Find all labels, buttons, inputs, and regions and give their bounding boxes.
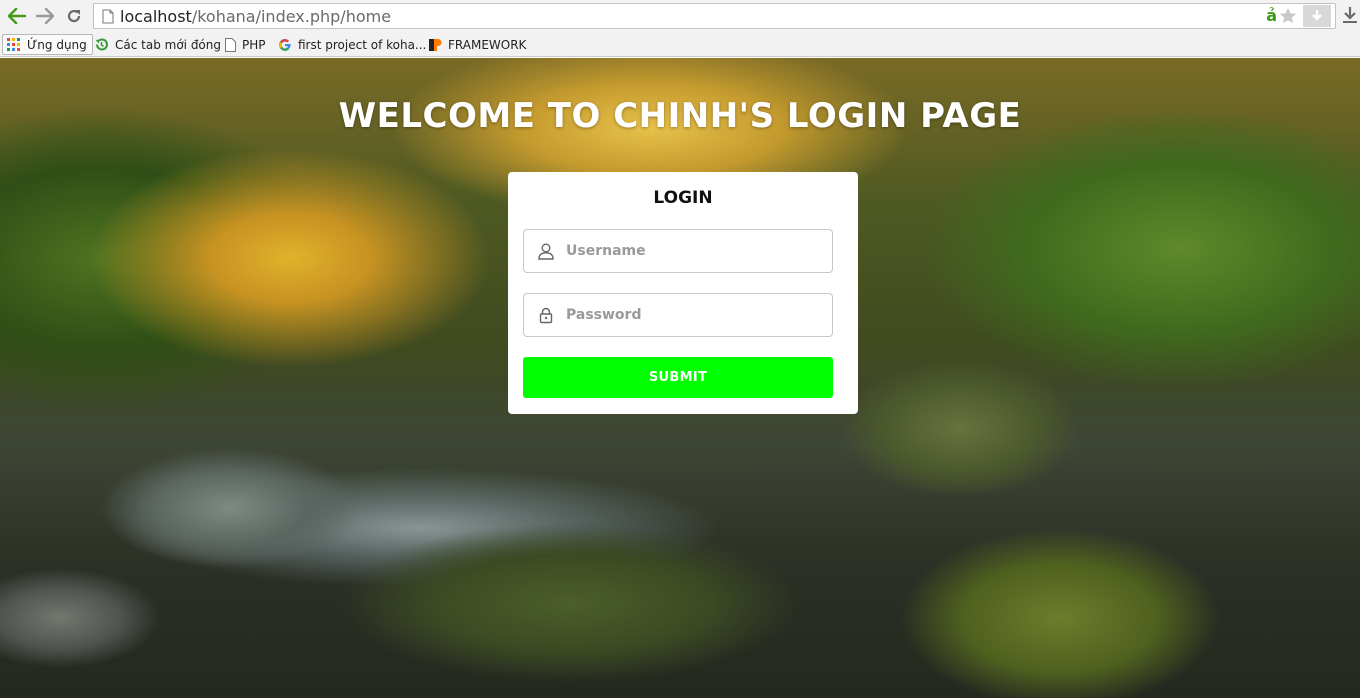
reload-icon[interactable] <box>62 4 86 28</box>
page-icon <box>102 9 114 29</box>
framework-icon <box>428 38 442 52</box>
apps-grid-icon <box>7 37 21 52</box>
bookmark-php[interactable]: PHP <box>225 34 266 55</box>
bookmark-label: Ứng dụng <box>27 37 87 52</box>
bookmark-apps[interactable]: Ứng dụng <box>2 34 93 55</box>
bookmark-label: Các tab mới đóng <box>115 37 221 52</box>
url-text: localhost/kohana/index.php/home <box>120 7 391 26</box>
bookmark-label: first project of koha... <box>298 37 427 52</box>
bookmark-first-project[interactable]: first project of koha... <box>278 34 426 55</box>
bookmarks-bar: Ứng dụng Các tab mới đóng PHP first proj… <box>0 32 1360 57</box>
history-icon <box>94 37 109 52</box>
bookmark-recent-tabs[interactable]: Các tab mới đóng <box>94 34 221 55</box>
url-host: localhost <box>120 7 192 26</box>
download-extension-icon[interactable] <box>1303 5 1331 27</box>
url-path: /kohana/index.php/home <box>191 7 392 26</box>
page-title: WELCOME TO CHINH'S LOGIN PAGE <box>338 96 1022 136</box>
bookmark-star-icon[interactable] <box>1279 7 1297 30</box>
downloads-icon[interactable] <box>1342 6 1358 29</box>
browser-toolbar: localhost/kohana/index.php/home ả <box>0 0 1360 32</box>
username-field[interactable] <box>523 229 833 273</box>
password-field[interactable] <box>523 293 833 337</box>
back-arrow-icon[interactable] <box>5 4 29 28</box>
page-icon <box>225 37 236 52</box>
address-bar[interactable]: localhost/kohana/index.php/home ả <box>93 3 1336 29</box>
bookmark-label: PHP <box>242 37 266 52</box>
extension-glyph[interactable]: ả <box>1266 6 1277 25</box>
google-icon <box>278 38 292 52</box>
forward-arrow-icon[interactable] <box>33 4 57 28</box>
user-icon <box>538 243 554 265</box>
bookmark-label: FRAMEWORK <box>448 37 527 52</box>
username-input[interactable] <box>566 230 826 272</box>
lock-icon <box>538 307 554 329</box>
bookmark-framework[interactable]: FRAMEWORK <box>428 34 526 55</box>
login-heading: LOGIN <box>653 188 713 208</box>
forest-stream-background: WELCOME TO CHINH'S LOGIN PAGE LOGIN SUBM… <box>0 58 1360 698</box>
password-input[interactable] <box>566 294 826 336</box>
login-card: LOGIN SUBMIT <box>508 172 858 414</box>
submit-button[interactable]: SUBMIT <box>523 357 833 398</box>
